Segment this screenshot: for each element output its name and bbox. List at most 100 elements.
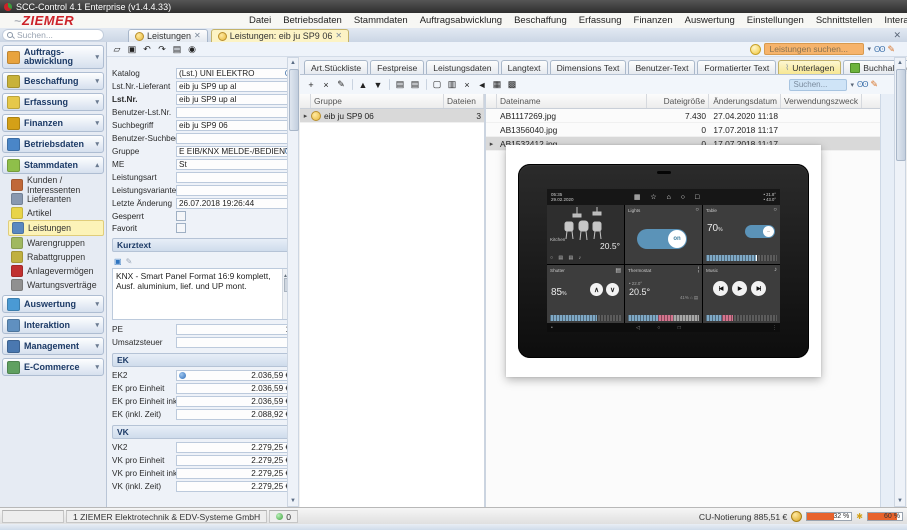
sidebar-group-betriebsdaten[interactable]: Betriebsdaten ▾ xyxy=(2,135,104,153)
price-input[interactable]: 2.036,59 € xyxy=(176,396,293,407)
sidebar-search-input[interactable]: Suchen... xyxy=(2,29,104,41)
scroll-down-icon[interactable]: ▼ xyxy=(895,496,905,506)
file-row[interactable]: AB1117269.jpg 7.430 27.04.2020 11:18 xyxy=(486,109,894,123)
field-input[interactable]: eib ju SP9 up al ʘ xyxy=(176,94,293,105)
tab-close-icon[interactable]: ✕ xyxy=(194,32,201,40)
column-header-dateien[interactable]: Dateien xyxy=(444,94,484,108)
field-input[interactable]: ʘ xyxy=(176,133,293,144)
group-row[interactable]: ▸ eib ju SP9 06 3 xyxy=(300,109,484,123)
sidebar-item-artikel[interactable]: Artikel xyxy=(8,206,104,220)
add-document-icon[interactable]: + xyxy=(304,79,318,91)
price-input[interactable]: 2.279,25 € xyxy=(176,481,293,492)
copy-icon[interactable]: ▣ xyxy=(125,43,139,55)
field-input[interactable]: (Lst.) UNI ELEKTRO ʘ xyxy=(176,68,293,79)
detail-tab[interactable]: ⌇ Benutzer-Text xyxy=(628,60,695,74)
main-scrollbar[interactable]: ▲ ▼ xyxy=(894,57,906,507)
gesperrt-checkbox[interactable] xyxy=(176,211,186,221)
file-new-icon[interactable]: ▢ xyxy=(430,79,444,91)
column-header-aenderungsdatum[interactable]: Änderungsdatum xyxy=(709,94,781,108)
detail-tab[interactable]: ⌇ Leistungsdaten xyxy=(426,60,498,74)
refresh-icon[interactable]: ◉ xyxy=(185,43,199,55)
column-header-dateigroesse[interactable]: Dateigröße xyxy=(647,94,709,108)
pencil-icon[interactable]: ✎ xyxy=(870,79,878,90)
file-open-icon[interactable]: ▥ xyxy=(445,79,459,91)
menu-item[interactable]: Auswertung xyxy=(679,15,741,26)
price-input[interactable]: 2.279,25 € xyxy=(176,455,293,466)
save-icon[interactable]: ▤ xyxy=(170,43,184,55)
sidebar-item-anlagevermoegen[interactable]: Anlagevermögen xyxy=(8,264,104,278)
form-scrollbar[interactable]: ▲ ▼ xyxy=(287,57,299,507)
menu-item[interactable]: Erfassung xyxy=(573,15,628,26)
field-input[interactable]: eib ju SP9 06 ʘ xyxy=(176,120,293,131)
sidebar-group-beschaffung[interactable]: Beschaffung ▾ xyxy=(2,72,104,90)
sidebar-group-management[interactable]: Management ▾ xyxy=(2,337,104,355)
field-input[interactable]: ʘ xyxy=(176,185,293,196)
sidebar-item-leistungen[interactable]: Leistungen xyxy=(8,220,104,236)
undo-icon[interactable]: ↶ xyxy=(140,43,154,55)
sidebar-group-erfassung[interactable]: Erfassung ▾ xyxy=(2,93,104,111)
folder-open-icon[interactable]: ▤ xyxy=(393,79,407,91)
unterlagen-search-input[interactable]: Suchen... xyxy=(789,79,847,91)
field-input[interactable]: eib ju SP9 up al ʘ xyxy=(176,81,293,92)
menu-item[interactable]: Datei xyxy=(243,15,277,26)
pencil-icon[interactable]: ✎ xyxy=(887,44,895,55)
edit-document-icon[interactable]: ✎ xyxy=(334,79,348,91)
document-tab[interactable]: Leistungen ✕ xyxy=(128,29,208,42)
scroll-up-icon[interactable]: ▲ xyxy=(895,58,905,68)
menu-item[interactable]: Auftragsabwicklung xyxy=(414,15,508,26)
sidebar-group-interaktion[interactable]: Interaktion ▾ xyxy=(2,316,104,334)
sidebar-group-stammdaten[interactable]: Stammdaten ▴ xyxy=(2,156,104,174)
scroll-down-icon[interactable]: ▼ xyxy=(288,496,298,506)
detail-tab[interactable]: ⌇ Unterlagen xyxy=(778,60,841,74)
field-input[interactable]: E EIB/KNX MELDE-/BEDIENTABLEAU JUNG ʘ xyxy=(176,146,293,157)
field-input[interactable]: St ʘ xyxy=(176,159,293,170)
edit-text-icon[interactable]: ✎ xyxy=(126,257,133,266)
column-header-dateiname[interactable]: Dateiname xyxy=(497,94,647,108)
sidebar-item-warengruppen[interactable]: Warengruppen xyxy=(8,236,104,250)
scroll-thumb[interactable] xyxy=(289,69,299,131)
search-dropdown-icon[interactable]: ▾ xyxy=(867,45,871,53)
tab-close-icon[interactable]: ✕ xyxy=(335,32,342,40)
kurztext-textarea[interactable]: KNX - Smart Panel Format 16:9 komplett, … xyxy=(112,268,293,320)
price-input[interactable]: 2.088,92 € xyxy=(176,409,293,420)
menu-item[interactable]: Betriebsdaten xyxy=(277,15,348,26)
detail-tab[interactable]: ⌇ Langtext xyxy=(501,60,548,74)
file-save-icon[interactable]: ▦ xyxy=(490,79,504,91)
sidebar-group-ecommerce[interactable]: E-Commerce ▾ xyxy=(2,358,104,376)
sidebar-item-rabattgruppen[interactable]: Rabattgruppen xyxy=(8,250,104,264)
sidebar-group-auftragsabwicklung[interactable]: Auftrags- abwicklung ▾ xyxy=(2,45,104,69)
sidebar-item-wartungsvertraege[interactable]: Wartungsverträge xyxy=(8,278,104,292)
scroll-up-icon[interactable]: ▲ xyxy=(288,58,298,68)
scroll-thumb[interactable] xyxy=(896,69,906,161)
price-input[interactable]: 2.279,25 € xyxy=(176,442,293,453)
menu-item[interactable]: Schnittstellen xyxy=(810,15,879,26)
sidebar-group-finanzen[interactable]: Finanzen ▾ xyxy=(2,114,104,132)
download-icon[interactable]: ▼ xyxy=(371,79,385,91)
detail-tab[interactable]: ⌇ Festpreise xyxy=(370,60,424,74)
sidebar-group-auswertung[interactable]: Auswertung ▾ xyxy=(2,295,104,313)
folder-link-icon[interactable]: ▤ xyxy=(408,79,422,91)
price-input[interactable]: 2.279,25 € xyxy=(176,468,293,479)
files-scrollbar[interactable] xyxy=(880,94,894,507)
image-preview-icon[interactable]: ▩ xyxy=(505,79,519,91)
favorit-checkbox[interactable] xyxy=(176,223,186,233)
upload-icon[interactable]: ▲ xyxy=(356,79,370,91)
menu-item[interactable]: Stammdaten xyxy=(348,15,414,26)
sidebar-item-kunden[interactable]: Kunden / Interessenten xyxy=(8,178,104,192)
file-export-icon[interactable]: ◄ xyxy=(475,79,489,91)
field-input[interactable] xyxy=(176,337,293,348)
document-tab[interactable]: Leistungen: eib ju SP9 06 ✕ xyxy=(211,29,349,42)
menu-item[interactable]: Finanzen xyxy=(628,15,679,26)
binoculars-icon[interactable]: ʘʘ xyxy=(857,80,867,89)
menu-item[interactable]: Einstellungen xyxy=(741,15,810,26)
binoculars-icon[interactable]: ʘʘ xyxy=(874,45,884,54)
menu-item[interactable]: Interaktion xyxy=(878,15,907,26)
field-input[interactable]: ʘ xyxy=(176,172,293,183)
field-input[interactable]: 1 xyxy=(176,324,293,335)
menu-item[interactable]: Beschaffung xyxy=(508,15,573,26)
detail-tab[interactable]: ⌇ Formatierter Text xyxy=(697,60,776,74)
detail-tab[interactable]: ⌇ Art.Stückliste xyxy=(304,60,368,74)
new-page-icon[interactable]: ▱ xyxy=(110,43,124,55)
field-input[interactable]: ʘ xyxy=(176,107,293,118)
column-header-verwendungszweck[interactable]: Verwendungszweck xyxy=(781,94,862,108)
